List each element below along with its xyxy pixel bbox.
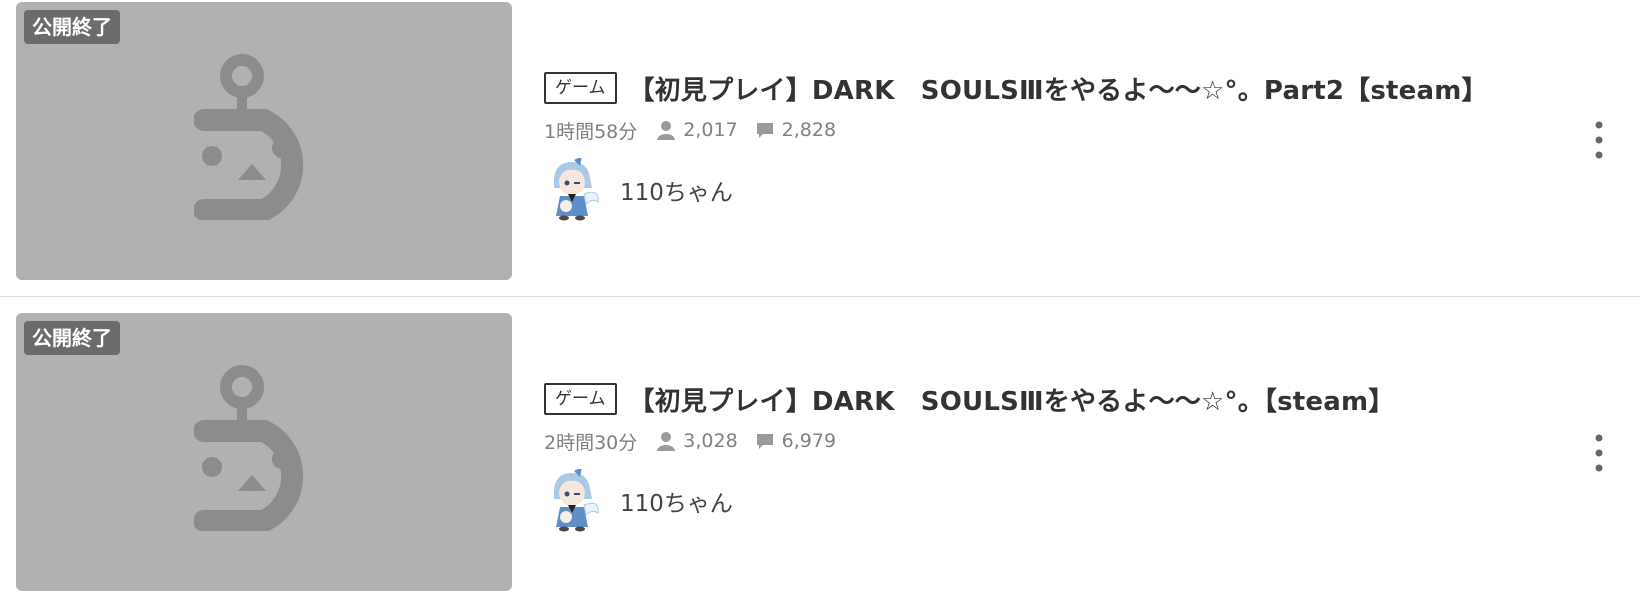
avatar bbox=[554, 469, 599, 532]
viewer-count: 3,028 bbox=[657, 430, 738, 452]
avatar bbox=[554, 158, 599, 221]
program-item: 公開終了 ゲーム 【初見プレイ】DARK SOULSⅢをやるよ〜〜☆°。【ste… bbox=[0, 297, 1640, 594]
ended-badge: 公開終了 bbox=[24, 10, 120, 44]
comment-count-value: 6,979 bbox=[781, 430, 837, 452]
comment-icon bbox=[756, 123, 773, 138]
stats-row: 2時間30分 3,028 6,979 bbox=[544, 427, 1394, 455]
owner[interactable]: 110ちゃん bbox=[544, 158, 1488, 222]
thumbnail[interactable]: 公開終了 bbox=[16, 2, 512, 280]
program-item: 公開終了 ゲーム 【初見プレイ】DARK SOULSⅢをやるよ〜〜☆°。Part… bbox=[0, 0, 1640, 297]
placeholder-mascot-icon bbox=[194, 365, 304, 531]
duration: 2時間30分 bbox=[544, 431, 638, 454]
viewer-count-value: 2,017 bbox=[683, 119, 738, 141]
viewer-count-value: 3,028 bbox=[683, 430, 738, 452]
program-meta: ゲーム 【初見プレイ】DARK SOULSⅢをやるよ〜〜☆°。Part2【ste… bbox=[544, 66, 1488, 222]
more-vertical-icon[interactable] bbox=[1586, 428, 1612, 478]
owner[interactable]: 110ちゃん bbox=[544, 469, 1394, 533]
title-row: ゲーム 【初見プレイ】DARK SOULSⅢをやるよ〜〜☆°。Part2【ste… bbox=[544, 66, 1488, 110]
person-icon bbox=[657, 432, 676, 451]
comment-count: 6,979 bbox=[756, 430, 836, 452]
ended-badge: 公開終了 bbox=[24, 321, 120, 355]
more-vertical-icon[interactable] bbox=[1586, 115, 1612, 165]
program-list: 公開終了 ゲーム 【初見プレイ】DARK SOULSⅢをやるよ〜〜☆°。Part… bbox=[0, 0, 1640, 594]
placeholder-mascot-icon bbox=[194, 54, 304, 220]
comment-icon bbox=[756, 434, 773, 449]
duration: 1時間58分 bbox=[544, 120, 638, 143]
category-tag[interactable]: ゲーム bbox=[544, 383, 617, 415]
thumbnail[interactable]: 公開終了 bbox=[16, 313, 512, 591]
comment-count-value: 2,828 bbox=[781, 119, 837, 141]
owner-name: 110ちゃん bbox=[620, 180, 733, 206]
program-meta: ゲーム 【初見プレイ】DARK SOULSⅢをやるよ〜〜☆°。【steam】 2… bbox=[544, 377, 1394, 533]
program-title[interactable]: 【初見プレイ】DARK SOULSⅢをやるよ〜〜☆°。【steam】 bbox=[629, 381, 1395, 418]
title-row: ゲーム 【初見プレイ】DARK SOULSⅢをやるよ〜〜☆°。【steam】 bbox=[544, 377, 1394, 421]
program-title[interactable]: 【初見プレイ】DARK SOULSⅢをやるよ〜〜☆°。Part2【steam】 bbox=[629, 70, 1488, 107]
stats-row: 1時間58分 2,017 2,828 bbox=[544, 116, 1488, 144]
person-icon bbox=[657, 121, 676, 140]
viewer-count: 2,017 bbox=[657, 119, 738, 141]
comment-count: 2,828 bbox=[756, 119, 836, 141]
category-tag[interactable]: ゲーム bbox=[544, 72, 617, 104]
owner-name: 110ちゃん bbox=[620, 491, 733, 517]
